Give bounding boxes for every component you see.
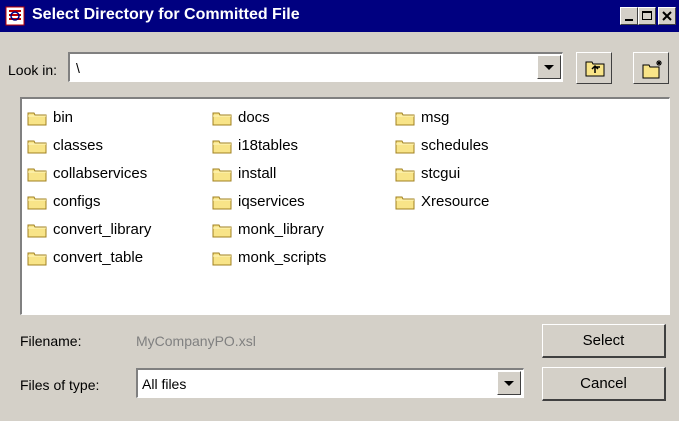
folder-name: schedules <box>421 137 489 154</box>
select-button[interactable]: Select <box>542 324 666 358</box>
folder-name: monk_scripts <box>238 249 327 266</box>
look-in-combobox[interactable]: \ <box>68 52 563 82</box>
title-bar[interactable]: Select Directory for Committed File <box>0 0 679 32</box>
folder-name: docs <box>238 109 270 126</box>
filename-label: Filename: <box>20 333 82 349</box>
maximize-button[interactable] <box>638 7 656 25</box>
folder-name: convert_library <box>53 221 152 238</box>
folder-name: collabservices <box>53 165 148 182</box>
app-icon <box>5 6 25 26</box>
select-directory-dialog: Select Directory for Committed File Look… <box>0 0 679 421</box>
look-in-label: Look in: <box>8 62 58 78</box>
files-of-type-label: Files of type: <box>20 377 100 393</box>
look-in-value: \ <box>76 60 80 76</box>
cancel-button[interactable]: Cancel <box>542 367 666 401</box>
files-of-type-combobox[interactable]: All files <box>136 368 524 398</box>
folder-name: msg <box>421 109 450 126</box>
minimize-button[interactable] <box>620 7 638 25</box>
create-new-folder-button[interactable] <box>633 52 669 84</box>
close-button[interactable] <box>658 7 676 25</box>
folder-name: iqservices <box>238 193 305 210</box>
folder-name: classes <box>53 137 104 154</box>
look-in-dropdown-button[interactable] <box>537 55 561 79</box>
window-title: Select Directory for Committed File <box>32 6 300 23</box>
folder-name: Xresource <box>421 193 490 210</box>
folder-name: configs <box>53 193 101 210</box>
folder-name: stcgui <box>421 165 461 182</box>
folder-name: install <box>238 165 277 182</box>
folder-name: i18tables <box>238 137 299 154</box>
file-list[interactable]: bin classes collabservices configs convert_l… <box>20 97 670 315</box>
folder-name: convert_table <box>53 249 144 266</box>
folder-name: monk_library <box>238 221 324 238</box>
folder-name: bin <box>53 109 74 126</box>
up-one-level-button[interactable] <box>576 52 612 84</box>
files-of-type-value: All files <box>142 376 187 392</box>
files-of-type-dropdown-button[interactable] <box>497 371 521 395</box>
filename-value: MyCompanyPO.xsl <box>136 333 256 349</box>
